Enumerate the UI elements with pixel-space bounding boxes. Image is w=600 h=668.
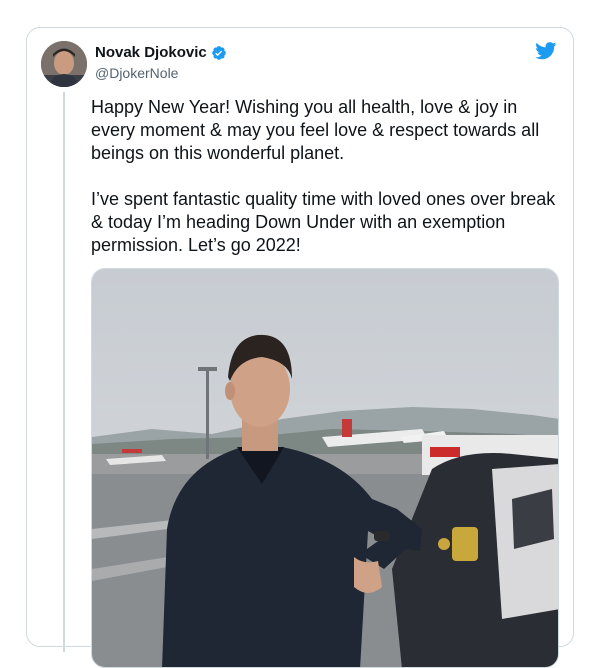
tweet-card[interactable]: Novak Djokovic @DjokerNole Happy New Yea… [26,27,574,668]
author-name-row[interactable]: Novak Djokovic [95,44,227,61]
tweet-paragraph: Happy New Year! Wishing you all health, … [91,97,540,163]
avatar[interactable] [41,41,87,87]
tweet-paragraph: I’ve spent fantastic quality time with l… [91,189,556,255]
author-handle[interactable]: @DjokerNole [95,65,178,81]
verified-badge-icon [211,45,226,60]
author-name[interactable]: Novak Djokovic [95,44,207,61]
twitter-bird-icon[interactable] [535,42,557,60]
tweet-photo[interactable] [91,268,559,668]
thread-line [63,92,65,652]
tweet-text: Happy New Year! Wishing you all health, … [91,96,561,280]
